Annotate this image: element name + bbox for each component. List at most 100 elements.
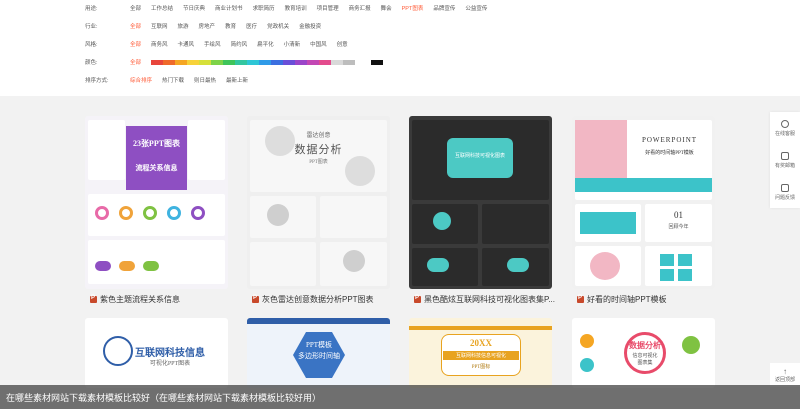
filter-option[interactable]: 旅游 bbox=[178, 22, 189, 30]
template-thumbnail[interactable]: 数据分析 信息可视化 图表集 bbox=[572, 318, 715, 388]
filter-option[interactable]: 金融投资 bbox=[299, 22, 321, 30]
template-card[interactable]: 23张PPT图表 流程关系信息 紫色主题流程关系信息 bbox=[85, 116, 228, 304]
template-title[interactable]: 紫色主题流程关系信息 bbox=[90, 294, 180, 305]
color-swatch[interactable] bbox=[331, 59, 344, 65]
filter-label: 用途: bbox=[85, 6, 98, 12]
template-card[interactable]: 20XX 互联网科技信息可视化 PPT图标 bbox=[409, 318, 552, 388]
filter-option[interactable]: 商业计划书 bbox=[215, 4, 243, 12]
color-swatch[interactable] bbox=[187, 59, 200, 65]
circle-shape bbox=[580, 334, 594, 348]
color-swatch[interactable] bbox=[283, 59, 296, 65]
filter-option-selected[interactable]: 全部 bbox=[130, 22, 141, 30]
feedback-button[interactable]: 问题反馈 bbox=[770, 176, 800, 208]
color-swatch[interactable] bbox=[199, 59, 212, 65]
color-swatch[interactable] bbox=[259, 59, 272, 65]
template-title[interactable]: 黑色酷炫互联网科技可视化图表集P... bbox=[414, 294, 555, 305]
template-card[interactable]: POWERPOINT 好看的时间轴PPT模板 01 回顾今年 好看的时间轴PPT… bbox=[572, 116, 715, 304]
filter-option[interactable]: 求职简历 bbox=[253, 4, 275, 12]
filter-option[interactable]: 简约风 bbox=[231, 40, 248, 48]
template-thumbnail[interactable]: 互联网科技信息 可视化PPT图表 bbox=[85, 318, 228, 388]
cloud-shape bbox=[507, 258, 529, 272]
color-swatch[interactable] bbox=[223, 59, 236, 65]
filter-option[interactable]: 公益宣传 bbox=[465, 4, 487, 12]
sort-option[interactable]: 热门下载 bbox=[162, 76, 184, 84]
ppt-file-icon bbox=[90, 295, 97, 303]
filter-option[interactable]: 房地产 bbox=[199, 22, 216, 30]
mini-slide bbox=[188, 120, 225, 180]
mail-icon bbox=[781, 151, 789, 160]
filter-option[interactable]: 卡通风 bbox=[178, 40, 195, 48]
ring-shape bbox=[143, 206, 157, 220]
filter-option[interactable]: 工作总结 bbox=[151, 4, 173, 12]
filter-option[interactable]: 节日庆典 bbox=[183, 4, 205, 12]
template-thumbnail[interactable]: POWERPOINT 好看的时间轴PPT模板 01 回顾今年 bbox=[572, 116, 715, 289]
thumb-title: 互联网科技信息 bbox=[135, 348, 205, 359]
template-title-text: 黑色酷炫互联网科技可视化图表集P... bbox=[424, 295, 555, 304]
template-thumbnail[interactable]: 雷达创意 数据分析 PPT图表 bbox=[247, 116, 390, 289]
filter-option[interactable]: 品牌宣传 bbox=[433, 4, 455, 12]
filter-option-selected[interactable]: 全部 bbox=[130, 58, 141, 66]
ring-shape bbox=[95, 206, 109, 220]
template-card[interactable]: 互联网科技可视化图表 黑色酷炫互联网科技可视化图表集P... bbox=[409, 116, 555, 304]
filter-option[interactable]: 教育培训 bbox=[285, 4, 307, 12]
blue-band bbox=[247, 318, 390, 324]
color-swatch[interactable] bbox=[271, 59, 284, 65]
template-thumbnail[interactable]: PPT模板 多边形时间轴 bbox=[247, 318, 390, 388]
filter-option[interactable]: 项目管理 bbox=[317, 4, 339, 12]
sort-option-selected[interactable]: 综合排序 bbox=[130, 76, 152, 84]
color-swatch[interactable] bbox=[343, 59, 356, 65]
circle-shape bbox=[590, 252, 620, 280]
mini-slide bbox=[482, 204, 549, 244]
filter-option[interactable]: 医疗 bbox=[246, 22, 257, 30]
template-thumbnail[interactable]: 23张PPT图表 流程关系信息 bbox=[85, 116, 228, 289]
ring-shape bbox=[191, 206, 205, 220]
color-swatch[interactable] bbox=[163, 59, 176, 65]
color-swatch[interactable] bbox=[307, 59, 320, 65]
color-swatch[interactable] bbox=[175, 59, 188, 65]
pill-shape bbox=[143, 261, 159, 271]
filter-option[interactable]: 教育 bbox=[225, 22, 236, 30]
template-thumbnail[interactable]: 互联网科技可视化图表 bbox=[409, 116, 552, 289]
filter-option[interactable]: 中国风 bbox=[310, 40, 327, 48]
filter-option[interactable]: 手绘风 bbox=[204, 40, 221, 48]
circle-shape bbox=[682, 336, 700, 354]
reward-mail-button[interactable]: 有奖邮箱 bbox=[770, 144, 800, 176]
thumb-title: 20XX bbox=[470, 338, 492, 348]
template-card[interactable]: 雷达创意 数据分析 PPT图表 灰色雷达创意数据分析PPT图表 bbox=[247, 116, 390, 304]
template-title[interactable]: 好看的时间轴PPT模板 bbox=[577, 294, 667, 305]
filter-option[interactable]: 全部 bbox=[130, 4, 141, 12]
thumb-caption: 回顾今年 bbox=[668, 225, 689, 230]
color-swatch[interactable] bbox=[295, 59, 308, 65]
sort-option[interactable]: 则日最热 bbox=[194, 76, 216, 84]
online-service-button[interactable]: 在线客服 bbox=[770, 112, 800, 144]
filter-option[interactable]: 互联网 bbox=[151, 22, 168, 30]
template-card[interactable]: 互联网科技信息 可视化PPT图表 bbox=[85, 318, 228, 388]
pill-shape bbox=[95, 261, 111, 271]
filter-option[interactable]: 小清新 bbox=[284, 40, 301, 48]
color-swatch[interactable] bbox=[371, 59, 384, 65]
color-swatch[interactable] bbox=[319, 59, 332, 65]
filter-industry: 行业: 全部 互联网 旅游 房地产 教育 医疗 党政机关 金融投资 bbox=[85, 20, 331, 32]
thumb-title: PPT模板 bbox=[305, 341, 333, 349]
filter-option-selected[interactable]: 全部 bbox=[130, 40, 141, 48]
filter-option[interactable]: 党政机关 bbox=[267, 22, 289, 30]
filter-option-selected[interactable]: PPT图表 bbox=[402, 4, 424, 12]
template-card[interactable]: 数据分析 信息可视化 图表集 bbox=[572, 318, 715, 388]
color-swatch[interactable] bbox=[211, 59, 224, 65]
filter-option[interactable]: 商务风 bbox=[151, 40, 168, 48]
color-swatch[interactable] bbox=[247, 59, 260, 65]
back-to-top-button[interactable]: ↑ 返回顶部 bbox=[770, 363, 800, 387]
color-swatch[interactable] bbox=[151, 59, 164, 65]
template-title[interactable]: 灰色雷达创意数据分析PPT图表 bbox=[252, 294, 374, 305]
sort-option[interactable]: 最新上新 bbox=[226, 76, 248, 84]
template-card[interactable]: PPT模板 多边形时间轴 bbox=[247, 318, 390, 388]
arrow-up-icon: ↑ bbox=[783, 366, 787, 376]
filter-option[interactable]: 创意 bbox=[337, 40, 348, 48]
filter-option[interactable]: 扁平化 bbox=[257, 40, 274, 48]
template-thumbnail[interactable]: 20XX 互联网科技信息可视化 PPT图标 bbox=[409, 318, 552, 388]
color-swatch[interactable] bbox=[235, 59, 248, 65]
thumb-title: 互联网科技可视化图表 bbox=[454, 154, 505, 159]
filter-option[interactable]: 商务汇报 bbox=[349, 4, 371, 12]
filter-option[interactable]: 舞会 bbox=[381, 4, 392, 12]
headset-icon bbox=[781, 119, 789, 128]
